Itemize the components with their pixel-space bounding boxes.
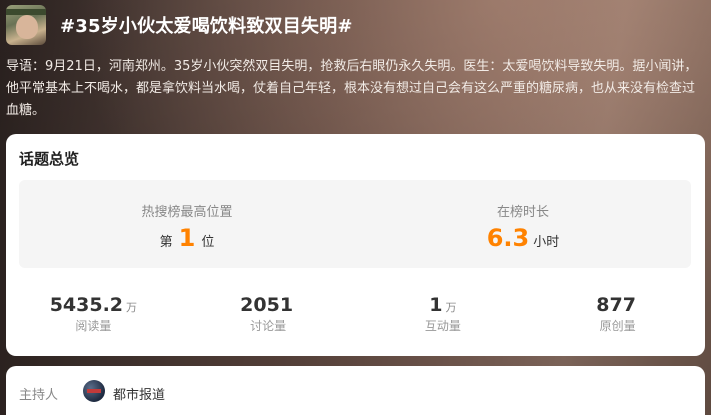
stat-value: 1 xyxy=(429,294,443,316)
stats-row: 5435.2 万 阅读量 2051 讨论量 1万 互动量 877 原创量 xyxy=(6,294,705,344)
overview-card: 话题总览 热搜榜最高位置 第 1 位 在榜时长 6.3 小时 5435.2 万 阅… xyxy=(6,134,705,356)
rank-duration: 在榜时长 6.3 小时 xyxy=(355,180,691,268)
duration-number: 6.3 xyxy=(486,224,530,252)
host-name-link[interactable]: 都市报道 xyxy=(113,384,165,403)
rank-prefix: 第 xyxy=(159,235,173,250)
stat-discussions: 2051 讨论量 xyxy=(181,294,356,344)
stat-value: 2051 xyxy=(240,294,294,316)
stat-label: 互动量 xyxy=(424,319,461,333)
stat-label: 阅读量 xyxy=(75,319,112,333)
rank-box: 热搜榜最高位置 第 1 位 在榜时长 6.3 小时 xyxy=(19,180,691,268)
stat-value: 5435.2 xyxy=(49,294,124,316)
stat-label: 原创量 xyxy=(599,319,636,333)
stat-originals: 877 原创量 xyxy=(530,294,705,344)
stat-unit: 万 xyxy=(126,301,138,314)
rank-position-label: 热搜榜最高位置 xyxy=(141,205,233,220)
rank-suffix: 位 xyxy=(201,235,215,250)
rank-number: 1 xyxy=(178,224,196,252)
overview-title: 话题总览 xyxy=(19,150,80,168)
topic-title: #35岁小伙太爱喝饮料致双目失明# xyxy=(60,16,353,37)
duration-unit: 小时 xyxy=(533,235,560,250)
stat-value: 877 xyxy=(596,294,636,316)
host-avatar[interactable] xyxy=(83,380,105,402)
stat-interactions: 1万 互动量 xyxy=(356,294,531,344)
topic-thumbnail-image[interactable] xyxy=(6,5,46,45)
topic-intro: 导语：9月21日，河南郑州。35岁小伙突然双目失明，抢救后右眼仍永久失明。医生：… xyxy=(6,59,698,118)
host-card: 主持人 都市报道 xyxy=(6,366,705,415)
topic-header: #35岁小伙太爱喝饮料致双目失明# xyxy=(6,5,711,45)
stat-reads: 5435.2 万 阅读量 xyxy=(6,294,181,344)
rank-duration-value: 6.3 小时 xyxy=(355,224,691,252)
stat-label: 讨论量 xyxy=(250,319,287,333)
rank-position: 热搜榜最高位置 第 1 位 xyxy=(19,180,355,268)
rank-duration-label: 在榜时长 xyxy=(496,205,549,220)
host-label: 主持人 xyxy=(19,388,59,403)
rank-position-value: 第 1 位 xyxy=(19,224,355,252)
stat-unit: 万 xyxy=(445,301,457,314)
